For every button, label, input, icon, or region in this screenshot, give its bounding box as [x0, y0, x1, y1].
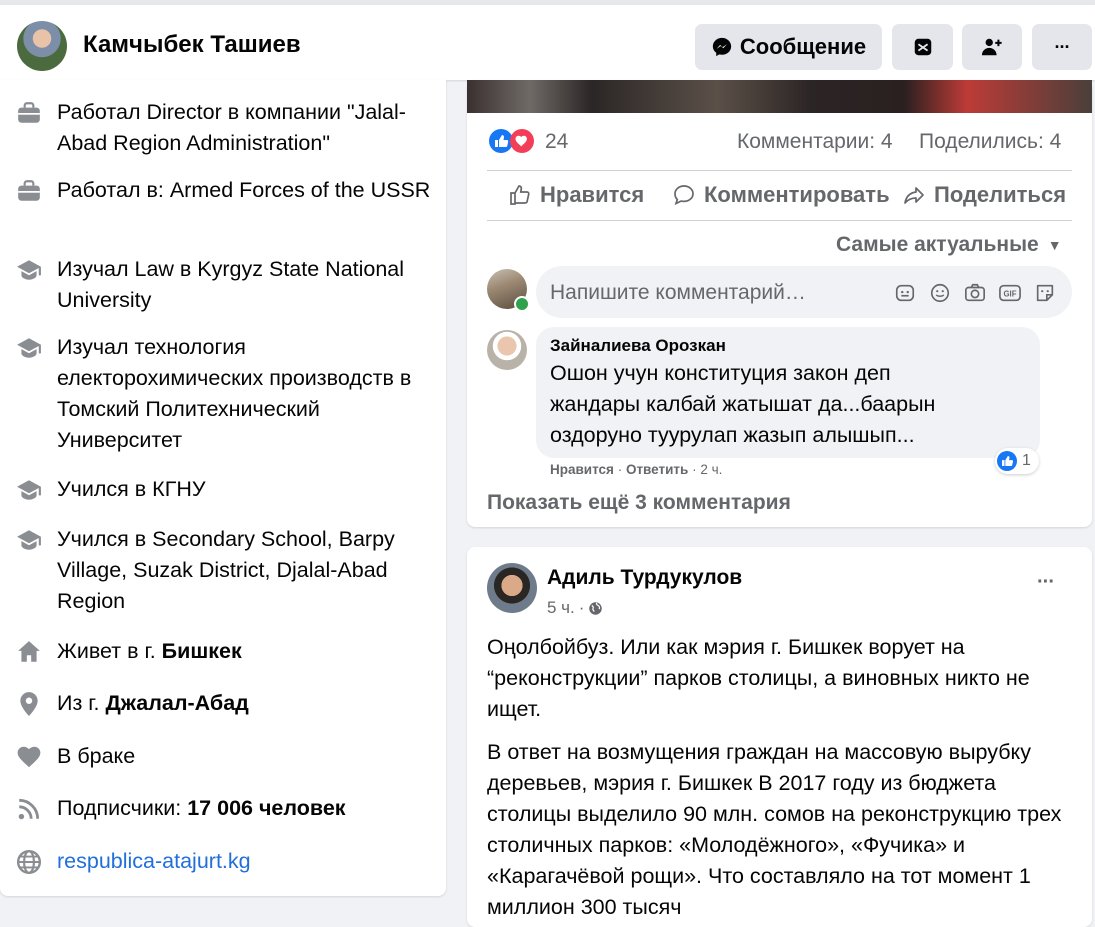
info-text: Работал в: Armed Forces of the USSR: [57, 178, 431, 202]
comment-button[interactable]: Комментировать: [672, 182, 890, 208]
comments-count[interactable]: Комментарии: 4: [737, 130, 893, 154]
like-label: Нравится: [540, 182, 645, 207]
divider: [487, 170, 1072, 171]
reaction-count[interactable]: 24: [545, 130, 568, 154]
like-reaction-icon: [997, 451, 1017, 471]
profile-header: Камчыбек Ташиев Сообщение ···: [0, 0, 1095, 80]
emoji-icon[interactable]: [929, 282, 951, 309]
sort-label: Самые актуальные: [836, 233, 1039, 256]
show-more-comments-link[interactable]: Показать ещё 3 комментария: [487, 491, 791, 515]
shares-count[interactable]: Поделились: 4: [919, 130, 1061, 154]
info-text: В браке: [57, 744, 136, 768]
comment-text: Ошон учун конституция закон деп жандары …: [550, 361, 936, 447]
info-text: Подписчики: 17 006 человек: [57, 796, 346, 820]
comment-label: Комментировать: [704, 182, 890, 207]
rss-icon: [16, 796, 42, 822]
inbox-button[interactable]: [892, 24, 953, 70]
divider: [487, 220, 1072, 221]
post-paragraph: В ответ на возмущения граждан на массову…: [487, 740, 1062, 918]
comment-like-link[interactable]: Нравится: [550, 462, 614, 477]
caret-down-icon: ▼: [1047, 237, 1062, 253]
profile-name[interactable]: Камчыбек Ташиев: [83, 31, 301, 59]
comment-author[interactable]: Зайналиева Орозкан: [550, 336, 726, 356]
graduation-cap-icon: [16, 477, 42, 503]
info-text: Изучал Law в Kyrgyz State National Unive…: [57, 257, 405, 312]
share-label: Поделиться: [934, 182, 1067, 207]
add-friend-icon: [981, 36, 1003, 58]
post-paragraph: Оңолбойбуз. Или как мэрия г. Бишкек вору…: [487, 635, 1030, 721]
comment-reaction-badge[interactable]: 1: [995, 448, 1039, 474]
thumbs-up-icon: [508, 183, 532, 207]
comment-bubble: Зайналиева Орозкан Ошон учун конституция…: [536, 327, 1040, 458]
info-text: Учился в Secondary School, Barpy Village…: [57, 527, 395, 613]
avatar-sticker-icon[interactable]: [894, 282, 916, 309]
post-image[interactable]: [467, 80, 1092, 113]
inbox-icon: [912, 36, 934, 58]
camera-icon[interactable]: [964, 282, 986, 309]
post-author-avatar[interactable]: [487, 563, 537, 613]
gif-icon[interactable]: GIF: [998, 282, 1022, 309]
graduation-cap-icon: [16, 257, 42, 283]
info-text: Изучал технология електорохимических про…: [57, 335, 412, 452]
add-friend-button[interactable]: [962, 24, 1022, 70]
briefcase-icon: [16, 178, 42, 204]
more-icon: ···: [1054, 36, 1071, 57]
public-globe-icon: [588, 601, 603, 616]
commenter-avatar[interactable]: [487, 330, 527, 370]
separator-dot: ·: [617, 462, 626, 477]
profile-avatar[interactable]: [17, 21, 67, 71]
comment-sort-dropdown[interactable]: Самые актуальные ▼: [836, 233, 1062, 257]
share-icon: [902, 183, 926, 207]
post-author-name[interactable]: Адиль Турдукулов: [547, 566, 742, 590]
info-text: Живет в г. Бишкек: [57, 639, 242, 663]
briefcase-icon: [16, 100, 42, 126]
message-label: Сообщение: [739, 34, 867, 59]
comment-reply-link[interactable]: Ответить: [626, 462, 688, 477]
comment-placeholder: Напишите комментарий…: [550, 281, 806, 304]
graduation-cap-icon: [16, 527, 42, 553]
post-time[interactable]: 5 ч.: [547, 598, 575, 618]
share-button[interactable]: Поделиться: [902, 182, 1066, 208]
post-options-icon[interactable]: ···: [1037, 571, 1055, 594]
comment-reaction-count: 1: [1022, 452, 1031, 469]
post-meta: 5 ч. ·: [547, 598, 603, 618]
comment-icon: [672, 183, 696, 207]
svg-text:GIF: GIF: [1004, 290, 1017, 299]
separator-dot: ·: [578, 598, 585, 617]
home-icon: [16, 639, 42, 665]
comment-input[interactable]: Напишите комментарий… GIF: [536, 266, 1072, 318]
globe-icon: [16, 849, 42, 875]
intro-panel: Работал Director в компании "Jalal-Abad …: [0, 80, 446, 896]
comment-actions: Нравится · Ответить · 2 ч.: [550, 462, 722, 477]
info-text: Учился в КГНУ: [57, 477, 206, 501]
messenger-icon: [711, 36, 733, 58]
website-link[interactable]: respublica-atajurt.kg: [57, 846, 432, 877]
online-status-dot: [514, 296, 530, 312]
heart-icon: [16, 744, 42, 770]
like-button[interactable]: Нравится: [508, 182, 644, 208]
reaction-icons[interactable]: [489, 129, 537, 155]
comment-time[interactable]: 2 ч.: [700, 462, 722, 477]
graduation-cap-icon: [16, 335, 42, 361]
more-button[interactable]: ···: [1032, 24, 1092, 70]
sticker-icon[interactable]: [1034, 282, 1056, 309]
love-reaction-icon: [510, 129, 534, 158]
info-text: Из г. Джалал-Абад: [57, 691, 249, 715]
info-text: Работал Director в компании "Jalal-Abad …: [57, 100, 406, 155]
location-icon: [16, 691, 42, 717]
message-button[interactable]: Сообщение: [695, 24, 882, 70]
